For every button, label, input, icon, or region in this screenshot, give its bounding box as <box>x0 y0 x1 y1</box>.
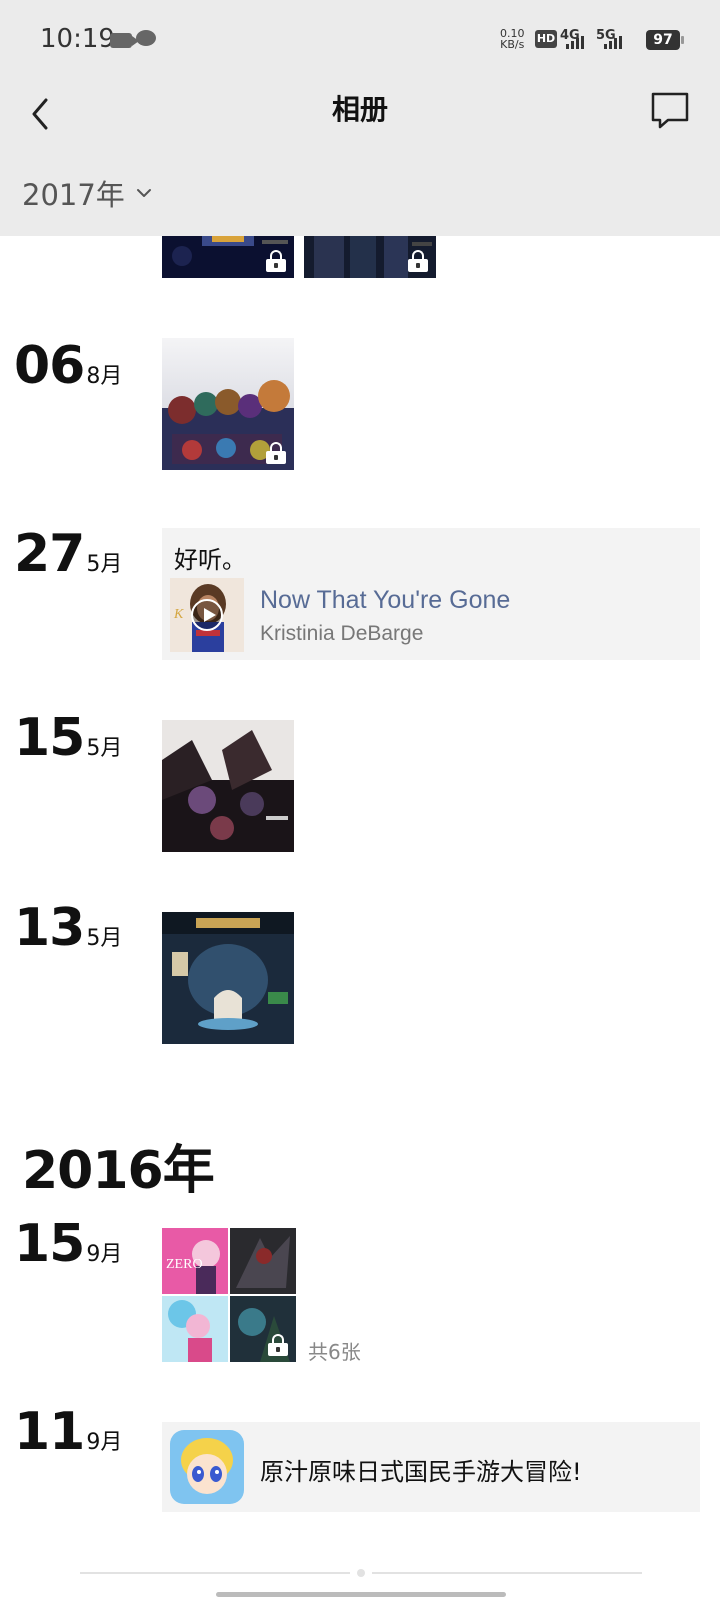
date-day: 06 <box>14 336 85 396</box>
svg-text:K: K <box>173 607 184 622</box>
album-feed: 06 8月 27 5月 好听。 K Now That You're Gone K… <box>0 0 720 1600</box>
year-filter-dropdown[interactable]: 2017年 <box>22 172 153 214</box>
song-title[interactable]: Now That You're Gone <box>260 586 510 615</box>
svg-text:ZERO: ZERO <box>166 1257 203 1272</box>
photo-count-label: 共6张 <box>308 1340 361 1364</box>
status-bar: 10:19 0.10 KB/s HD 4G 5G 97 <box>0 0 720 80</box>
date-day: 27 <box>14 524 85 584</box>
entry-date: 27 5月 <box>14 524 122 584</box>
signal-5g-icon <box>604 36 622 49</box>
home-indicator[interactable] <box>216 1592 506 1597</box>
network-speed: 0.10 KB/s <box>500 28 525 50</box>
date-month: 8月 <box>86 364 123 389</box>
battery-icon: 97 <box>646 30 684 50</box>
date-day: 15 <box>14 708 85 768</box>
status-time: 10:19 <box>40 24 115 54</box>
date-month: 9月 <box>86 1430 123 1455</box>
date-month: 5月 <box>86 552 123 577</box>
play-icon[interactable] <box>191 599 223 631</box>
song-artist: Kristinia DeBarge <box>260 622 424 645</box>
photo-grid[interactable]: ZERO <box>162 1228 296 1362</box>
lock-icon <box>408 250 428 272</box>
comment-icon <box>651 92 689 129</box>
chat-bubble-icon <box>136 30 156 46</box>
entry-date: 11 9月 <box>14 1402 122 1462</box>
page-title: 相册 <box>331 93 388 126</box>
entry-date: 15 9月 <box>14 1214 122 1274</box>
date-month: 5月 <box>86 926 123 951</box>
lock-icon <box>266 442 286 464</box>
photo-thumbnail <box>230 1228 296 1294</box>
comment-button[interactable] <box>648 88 692 132</box>
photo-thumbnail[interactable] <box>162 720 294 852</box>
date-day: 15 <box>14 1214 85 1274</box>
post-caption: 好听。 <box>174 546 246 574</box>
hd-voice-icon: HD <box>535 30 557 48</box>
year-filter-label: 2017年 <box>22 178 125 212</box>
app-icon <box>170 1430 244 1504</box>
photo-thumbnail[interactable] <box>162 338 294 470</box>
nav-bar: 相册 <box>0 80 720 156</box>
link-title: 原汁原味日式国民手游大冒险! <box>260 1458 582 1486</box>
date-month: 5月 <box>86 736 123 761</box>
photo-thumbnail <box>162 1296 228 1362</box>
end-divider-dot <box>357 1569 365 1577</box>
app-header: 10:19 0.10 KB/s HD 4G 5G 97 相册 2017年 <box>0 0 720 236</box>
video-call-icon <box>110 33 139 48</box>
lock-icon <box>266 250 286 272</box>
date-day: 11 <box>14 1402 85 1462</box>
date-day: 13 <box>14 898 85 958</box>
date-month: 9月 <box>86 1242 123 1267</box>
chevron-down-icon <box>136 189 151 197</box>
entry-date: 13 5月 <box>14 898 122 958</box>
lock-icon <box>268 1334 288 1356</box>
entry-date: 06 8月 <box>14 336 122 396</box>
end-divider <box>372 1572 642 1574</box>
link-share-card[interactable]: 原汁原味日式国民手游大冒险! <box>162 1422 700 1512</box>
year-heading: 2016年 <box>22 1141 215 1201</box>
album-cover[interactable]: K <box>170 578 244 652</box>
music-share-card[interactable]: 好听。 K Now That You're Gone Kristinia DeB… <box>162 528 700 660</box>
end-divider <box>80 1572 350 1574</box>
signal-4g-icon <box>566 36 584 49</box>
entry-date: 15 5月 <box>14 708 122 768</box>
photo-thumbnail <box>230 1296 296 1362</box>
network-speed-unit: KB/s <box>500 38 525 51</box>
photo-thumbnail: ZERO <box>162 1228 228 1294</box>
photo-thumbnail[interactable] <box>162 912 294 1044</box>
